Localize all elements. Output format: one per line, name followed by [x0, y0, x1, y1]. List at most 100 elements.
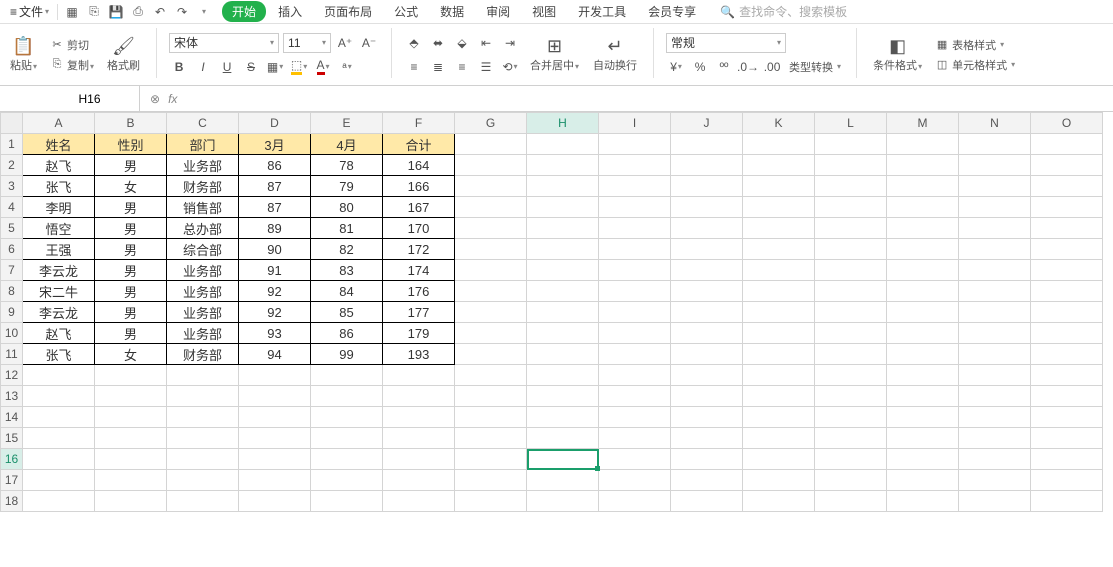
cell-E7[interactable]: 83 [311, 260, 383, 281]
cell-B9[interactable]: 男 [95, 302, 167, 323]
spreadsheet-grid[interactable]: ABCDEFGHIJKLMNO1姓名性别部门3月4月合计2赵飞男业务部86781… [0, 112, 1113, 567]
cell-O4[interactable] [1031, 197, 1103, 218]
cell-A15[interactable] [23, 428, 95, 449]
cell-L13[interactable] [815, 386, 887, 407]
cell-M7[interactable] [887, 260, 959, 281]
cell-A17[interactable] [23, 470, 95, 491]
cell-F6[interactable]: 172 [383, 239, 455, 260]
cell-A7[interactable]: 李云龙 [23, 260, 95, 281]
cell-C11[interactable]: 财务部 [167, 344, 239, 365]
row-header-9[interactable]: 9 [1, 302, 23, 323]
cell-B2[interactable]: 男 [95, 155, 167, 176]
cell-J8[interactable] [671, 281, 743, 302]
cell-G5[interactable] [455, 218, 527, 239]
cell-G6[interactable] [455, 239, 527, 260]
cell-F1[interactable]: 合计 [383, 134, 455, 155]
cell-K12[interactable] [743, 365, 815, 386]
row-header-6[interactable]: 6 [1, 239, 23, 260]
cell-O14[interactable] [1031, 407, 1103, 428]
font-name-select[interactable]: 宋体▾ [169, 33, 279, 53]
row-header-18[interactable]: 18 [1, 491, 23, 512]
cell-E18[interactable] [311, 491, 383, 512]
row-header-4[interactable]: 4 [1, 197, 23, 218]
cell-A6[interactable]: 王强 [23, 239, 95, 260]
cell-O5[interactable] [1031, 218, 1103, 239]
cell-C14[interactable] [167, 407, 239, 428]
cell-E8[interactable]: 84 [311, 281, 383, 302]
italic-button[interactable]: I [193, 57, 213, 77]
cell-A3[interactable]: 张飞 [23, 176, 95, 197]
cell-A11[interactable]: 张飞 [23, 344, 95, 365]
cell-G1[interactable] [455, 134, 527, 155]
cell-K16[interactable] [743, 449, 815, 470]
cell-G8[interactable] [455, 281, 527, 302]
increase-indent-button[interactable]: ⇥ [500, 33, 520, 53]
select-all-corner[interactable] [1, 113, 23, 134]
cell-K14[interactable] [743, 407, 815, 428]
cell-C3[interactable]: 财务部 [167, 176, 239, 197]
name-box-input[interactable] [50, 92, 130, 106]
paste-button[interactable]: 📋 粘贴 [6, 35, 41, 75]
cell-D1[interactable]: 3月 [239, 134, 311, 155]
cell-G7[interactable] [455, 260, 527, 281]
cell-O13[interactable] [1031, 386, 1103, 407]
tab-公式[interactable]: 公式 [384, 1, 428, 22]
cell-H4[interactable] [527, 197, 599, 218]
save-icon[interactable]: 💾 [108, 4, 124, 20]
cell-A12[interactable] [23, 365, 95, 386]
cell-I15[interactable] [599, 428, 671, 449]
cell-D12[interactable] [239, 365, 311, 386]
cell-C8[interactable]: 业务部 [167, 281, 239, 302]
cell-A2[interactable]: 赵飞 [23, 155, 95, 176]
cell-L12[interactable] [815, 365, 887, 386]
cell-M2[interactable] [887, 155, 959, 176]
align-middle-button[interactable]: ⬌ [428, 33, 448, 53]
cell-I7[interactable] [599, 260, 671, 281]
cell-H16[interactable] [527, 449, 599, 470]
cell-O15[interactable] [1031, 428, 1103, 449]
cell-E1[interactable]: 4月 [311, 134, 383, 155]
cell-O2[interactable] [1031, 155, 1103, 176]
open-icon[interactable]: ⎘ [86, 4, 102, 20]
cell-H9[interactable] [527, 302, 599, 323]
cell-E11[interactable]: 99 [311, 344, 383, 365]
cell-N7[interactable] [959, 260, 1031, 281]
cell-I13[interactable] [599, 386, 671, 407]
col-header-I[interactable]: I [599, 113, 671, 134]
cell-J17[interactable] [671, 470, 743, 491]
cell-N14[interactable] [959, 407, 1031, 428]
undo-icon[interactable]: ↶ [152, 4, 168, 20]
justify-button[interactable]: ☰ [476, 57, 496, 77]
cell-F3[interactable]: 166 [383, 176, 455, 197]
cell-G16[interactable] [455, 449, 527, 470]
cell-O11[interactable] [1031, 344, 1103, 365]
cell-H13[interactable] [527, 386, 599, 407]
col-header-H[interactable]: H [527, 113, 599, 134]
cell-O12[interactable] [1031, 365, 1103, 386]
col-header-O[interactable]: O [1031, 113, 1103, 134]
file-menu[interactable]: ≡ 文件 ▾ [4, 2, 55, 22]
cell-B7[interactable]: 男 [95, 260, 167, 281]
tab-会员专享[interactable]: 会员专享 [638, 1, 706, 22]
cell-B10[interactable]: 男 [95, 323, 167, 344]
border-button[interactable]: ▦ [265, 57, 285, 77]
cell-O6[interactable] [1031, 239, 1103, 260]
col-header-M[interactable]: M [887, 113, 959, 134]
cell-K7[interactable] [743, 260, 815, 281]
cell-H6[interactable] [527, 239, 599, 260]
cell-G9[interactable] [455, 302, 527, 323]
cell-H2[interactable] [527, 155, 599, 176]
cell-D11[interactable]: 94 [239, 344, 311, 365]
cell-E3[interactable]: 79 [311, 176, 383, 197]
cell-I14[interactable] [599, 407, 671, 428]
print-icon[interactable]: ⎙ [130, 4, 146, 20]
cell-K8[interactable] [743, 281, 815, 302]
qat-dropdown-icon[interactable]: ▾ [196, 4, 212, 20]
cell-M12[interactable] [887, 365, 959, 386]
wrap-text-button[interactable]: ↵ 自动换行 [589, 35, 641, 75]
font-color-button[interactable]: A [313, 57, 333, 77]
col-header-N[interactable]: N [959, 113, 1031, 134]
cell-M13[interactable] [887, 386, 959, 407]
underline-button[interactable]: U [217, 57, 237, 77]
cell-I4[interactable] [599, 197, 671, 218]
